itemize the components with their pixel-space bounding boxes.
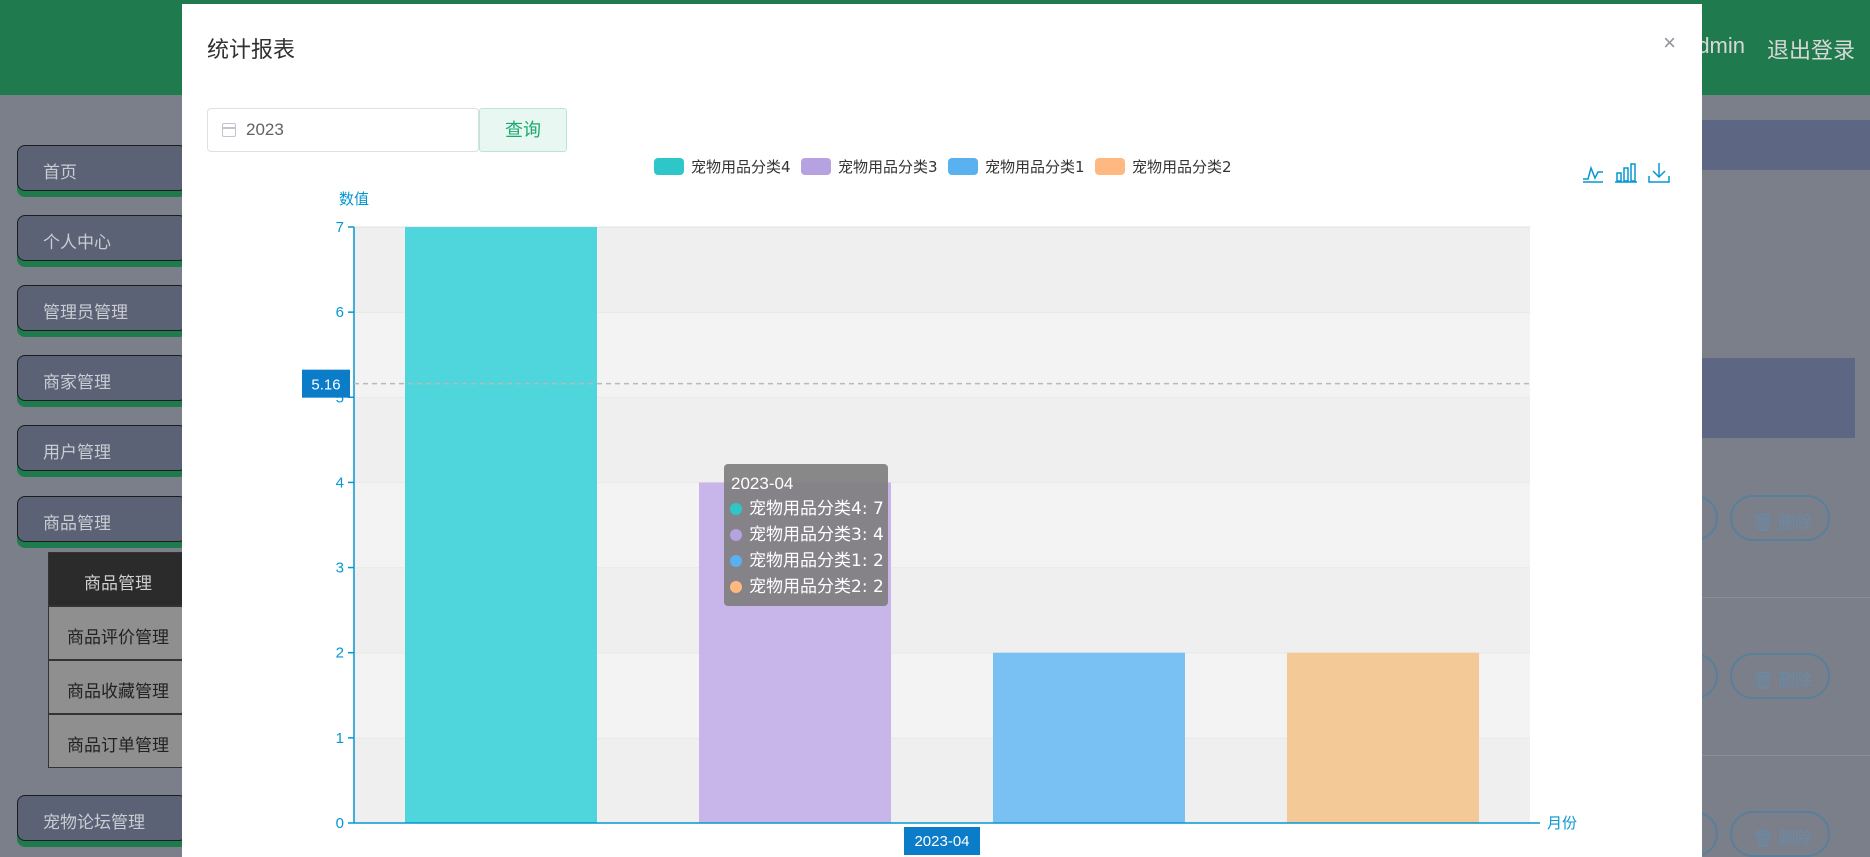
legend-item: 宠物用品分类1 — [985, 158, 1085, 176]
y-pointer-label: 5.16 — [311, 377, 340, 394]
delete-button[interactable]: 🗑 删除 — [1730, 811, 1830, 857]
tooltip-marker — [730, 555, 742, 567]
y-tick-label: 4 — [336, 474, 344, 491]
tooltip-marker — [730, 529, 742, 541]
legend-swatch — [801, 158, 831, 175]
y-tick-label: 1 — [336, 730, 344, 747]
legend-item: 宠物用品分类3 — [838, 158, 938, 176]
divider — [1700, 755, 1870, 756]
delete-button[interactable]: 🗑 删除 — [1730, 653, 1830, 699]
x-axis-title: 月份 — [1547, 814, 1577, 832]
tooltip-line: 宠物用品分类1: 2 — [749, 551, 884, 571]
sidebar-item-user-management[interactable]: 用户管理 — [17, 425, 187, 471]
legend-swatch — [654, 158, 684, 175]
bar-chart: 01234567数值月份2023-045.16宠物用品分类4 宠物用品分类3 宠物用… — [302, 158, 1577, 855]
sidebar-item-pet-forum[interactable]: 宠物论坛管理 — [17, 795, 187, 841]
bar-chart-switch-icon[interactable] — [1615, 162, 1637, 184]
download-icon[interactable] — [1648, 162, 1670, 184]
sidebar-item-product-management[interactable]: 商品管理 — [17, 496, 187, 542]
y-tick-label: 7 — [336, 219, 344, 236]
background-search-panel — [1700, 358, 1855, 438]
legend-swatch — [1095, 158, 1125, 175]
submenu-item-product-review[interactable]: 商品评价管理 — [48, 606, 188, 660]
logout-link[interactable]: 退出登录 — [1767, 33, 1855, 65]
y-tick-label: 2 — [336, 645, 344, 662]
sidebar-item-merchant-management[interactable]: 商家管理 — [17, 355, 187, 401]
stats-report-dialog: 统计报表 × 2023 查询 0 1 2 3 4 5 6 7 数值 月份 2023-04 5.16 宠物… — [182, 4, 1702, 857]
y-tick-label: 0 — [336, 815, 344, 832]
sidebar-item-personal-center[interactable]: 个人中心 — [17, 215, 187, 261]
submenu-item-product[interactable]: 商品管理 — [48, 552, 188, 606]
sidebar-item-home[interactable]: 首页 — [17, 145, 187, 191]
tooltip-line: 宠物用品分类3: 4 — [749, 525, 884, 545]
y-tick-label: 6 — [336, 304, 344, 321]
legend-item: 宠物用品分类2 — [1132, 158, 1232, 176]
submenu-item-product-favorite[interactable]: 商品收藏管理 — [48, 660, 188, 714]
y-axis-title: 数值 — [339, 190, 369, 208]
tooltip-title: 2023-04 — [731, 474, 793, 493]
tooltip-marker — [730, 503, 742, 515]
bar — [405, 227, 597, 823]
tooltip-line: 宠物用品分类2: 2 — [749, 577, 884, 597]
tooltip-marker — [730, 581, 742, 593]
submenu-item-product-order[interactable]: 商品订单管理 — [48, 714, 188, 768]
line-chart-switch-icon[interactable] — [1582, 162, 1604, 184]
y-tick-label: 3 — [336, 560, 344, 577]
tooltip-line: 宠物用品分类4: 7 — [749, 499, 884, 519]
legend-item: 宠物用品分类4 — [691, 158, 791, 176]
bar — [1287, 652, 1479, 823]
x-pointer-label: 2023-04 — [914, 833, 969, 850]
product-submenu: 商品管理 商品评价管理 商品收藏管理 商品订单管理 — [48, 552, 188, 768]
delete-button[interactable]: 🗑 删除 — [1730, 495, 1830, 541]
sidebar-item-admin-management[interactable]: 管理员管理 — [17, 285, 187, 331]
legend-swatch — [948, 158, 978, 175]
bar — [993, 652, 1185, 823]
background-table-header — [1700, 120, 1870, 170]
divider — [1700, 597, 1870, 598]
